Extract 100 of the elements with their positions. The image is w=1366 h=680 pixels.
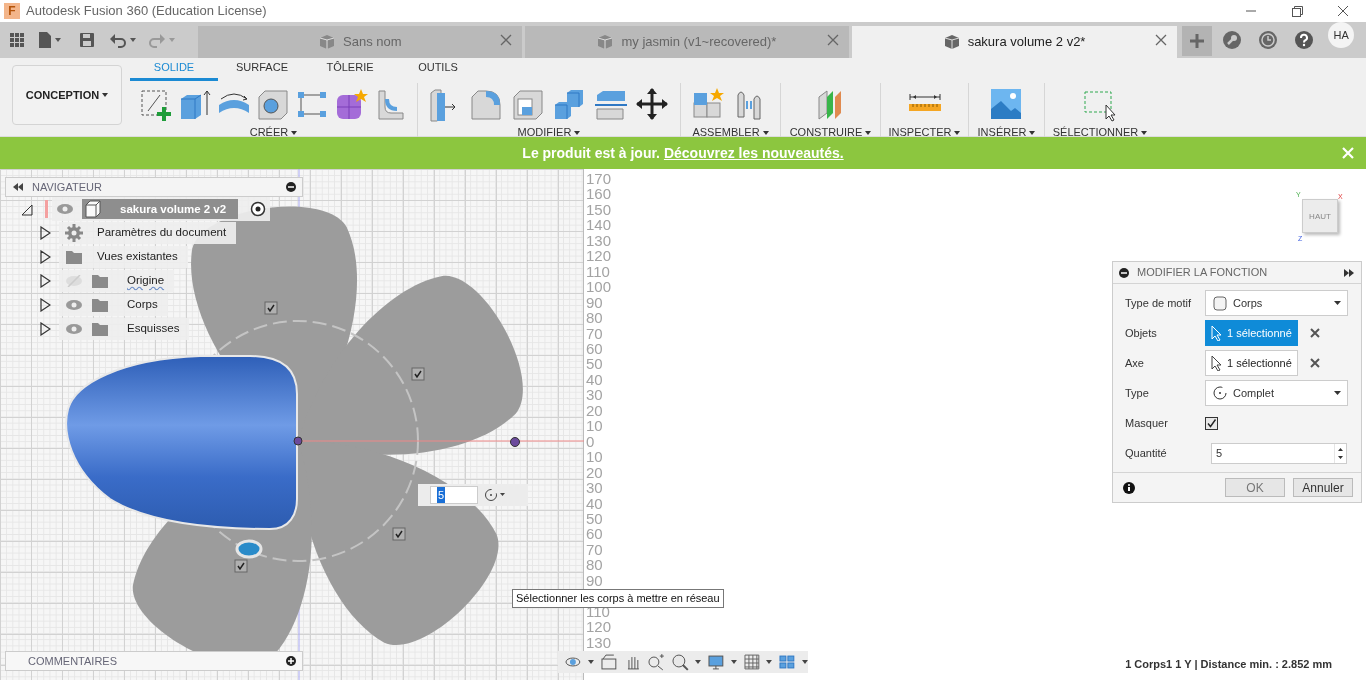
document-tab[interactable]: sakura volume 2 v2* xyxy=(851,26,1178,58)
ribbon-tab[interactable]: OUTILS xyxy=(394,58,482,81)
ruler-label: 160 xyxy=(586,186,612,202)
ribbon-tab[interactable]: TÔLERIE xyxy=(306,58,394,81)
expand-arrow-icon[interactable] xyxy=(39,226,51,240)
minus-icon[interactable] xyxy=(1119,267,1129,278)
help-icon[interactable] xyxy=(1294,30,1315,50)
user-avatar[interactable]: HA xyxy=(1328,22,1354,48)
ruler-label: 110 xyxy=(586,263,611,280)
grid-icon[interactable] xyxy=(742,653,761,671)
minus-icon[interactable] xyxy=(286,182,296,192)
ruler-label: 130 xyxy=(586,634,612,651)
checkbox-icon[interactable] xyxy=(392,527,406,541)
ok-button[interactable]: OK xyxy=(1225,478,1285,497)
field-label: Axe xyxy=(1125,355,1145,371)
close-icon[interactable] xyxy=(500,34,513,46)
ribbon-tab[interactable]: SURFACE xyxy=(218,58,306,81)
ruler-label: 60 xyxy=(586,526,604,542)
collapse-icon[interactable] xyxy=(12,183,24,191)
caret-icon[interactable] xyxy=(694,660,701,664)
ruler-label: 90 xyxy=(586,572,604,589)
checkbox-icon[interactable] xyxy=(264,301,278,315)
ruler-label: 10 xyxy=(586,449,604,465)
ruler-label: 70 xyxy=(586,325,604,341)
ruler-label: 20 xyxy=(586,402,604,419)
wrench-icon[interactable] xyxy=(1222,30,1243,50)
zoom-window-icon[interactable] xyxy=(671,653,689,671)
ruler-label: 50 xyxy=(586,510,604,527)
info-icon[interactable] xyxy=(1123,481,1135,494)
ruler-label: 150 xyxy=(586,201,612,218)
checkbox-icon[interactable] xyxy=(234,559,248,573)
folder-icon xyxy=(91,272,109,290)
checkbox-icon[interactable] xyxy=(411,367,425,381)
body-shape[interactable] xyxy=(65,355,298,530)
dropdown[interactable]: Corps xyxy=(1205,290,1348,316)
rotate-icon[interactable] xyxy=(484,488,506,502)
file-icon[interactable] xyxy=(38,31,52,49)
eye-icon[interactable] xyxy=(65,299,83,311)
panel-title: NAVIGATEUR xyxy=(32,179,103,195)
undo-icon[interactable] xyxy=(109,32,127,48)
clear-icon[interactable] xyxy=(1310,358,1320,368)
expand-icon[interactable] xyxy=(1343,268,1355,277)
viewports-icon[interactable] xyxy=(778,653,797,671)
document-icon xyxy=(84,200,102,218)
expand-arrow-icon[interactable] xyxy=(21,202,33,216)
color-bar xyxy=(45,200,48,218)
ruler-label: 20 xyxy=(586,464,604,481)
display-icon[interactable] xyxy=(706,653,725,671)
close-icon[interactable] xyxy=(1155,34,1168,46)
ruler-label: 130 xyxy=(586,232,612,249)
cube-icon xyxy=(319,34,335,50)
spinner-icon[interactable] xyxy=(1334,443,1346,463)
new-tab-button[interactable] xyxy=(1182,26,1213,56)
expand-arrow-icon[interactable] xyxy=(39,298,51,312)
caret-icon xyxy=(169,38,175,42)
radio-icon[interactable] xyxy=(250,201,267,217)
tooltip: Sélectionner les corps à mettre en réseau xyxy=(512,589,724,608)
ruler-label: 120 xyxy=(586,619,612,635)
caret-icon[interactable] xyxy=(802,660,809,664)
ruler-label: 90 xyxy=(586,294,604,311)
clock-icon[interactable] xyxy=(1258,30,1279,50)
number-input[interactable]: 5 xyxy=(1211,442,1347,464)
cancel-button[interactable]: Annuler xyxy=(1293,478,1353,497)
status-text: 1 Corps1 1 Y | Distance min. : 2.852 mm xyxy=(1125,657,1332,672)
caret-icon[interactable] xyxy=(766,660,773,664)
zoom-icon[interactable] xyxy=(647,653,666,671)
expand-arrow-icon[interactable] xyxy=(39,322,51,336)
ruler-label: 40 xyxy=(586,495,604,511)
selection-field[interactable]: 1 sélectionné xyxy=(1205,350,1298,376)
window-title: Autodesk Fusion 360 (Education License) xyxy=(26,2,268,21)
close-icon[interactable] xyxy=(826,34,839,46)
app-grid-icon[interactable] xyxy=(8,31,26,49)
ruler-label: 30 xyxy=(586,387,604,403)
checkbox[interactable] xyxy=(1205,416,1218,430)
point-icon[interactable] xyxy=(510,437,520,447)
workspace-dropdown[interactable]: CONCEPTION xyxy=(12,65,122,125)
dialog-title: MODIFIER LA FONCTION xyxy=(1137,265,1269,281)
expand-arrow-icon[interactable] xyxy=(39,250,51,264)
cursor-icon xyxy=(1211,355,1223,371)
eye-icon[interactable] xyxy=(65,323,83,335)
dropdown[interactable]: Complet xyxy=(1205,380,1348,406)
caret-icon[interactable] xyxy=(587,660,594,664)
field-label: Quantité xyxy=(1125,445,1168,461)
caret-icon[interactable] xyxy=(730,660,737,664)
caret-icon xyxy=(1334,301,1341,305)
clear-icon[interactable] xyxy=(1310,328,1320,338)
save-icon[interactable] xyxy=(79,32,95,48)
cube-icon xyxy=(943,34,960,50)
expand-arrow-icon[interactable] xyxy=(39,274,51,288)
selection-field[interactable]: 1 sélectionné xyxy=(1205,320,1298,346)
ruler-label: 70 xyxy=(586,541,604,558)
field-label: Masquer xyxy=(1125,415,1169,431)
update-message: Le produit est à jour. Découvrez les nouveautés. xyxy=(522,143,844,163)
ruler-label: 40 xyxy=(586,371,604,388)
ruler-label: 10 xyxy=(586,418,604,434)
quantity-input[interactable]: 5 xyxy=(430,486,478,504)
point-icon[interactable] xyxy=(293,436,303,446)
add-icon[interactable] xyxy=(286,656,296,666)
field-label: Type de motif xyxy=(1125,295,1193,311)
eye-icon[interactable] xyxy=(56,203,74,215)
